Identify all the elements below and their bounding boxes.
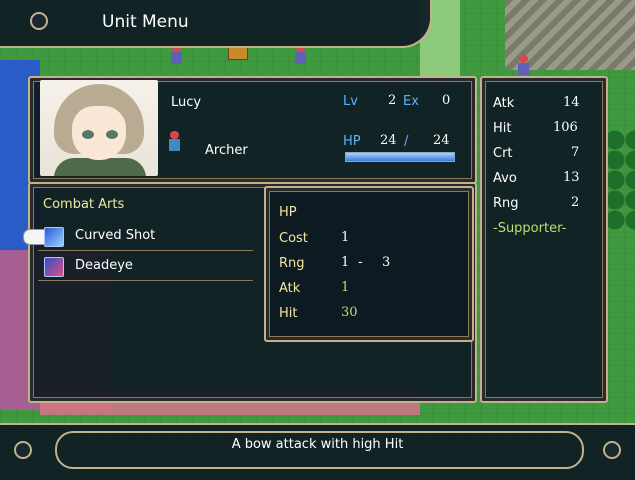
art-atk-label: Atk — [279, 281, 301, 296]
divider — [38, 280, 253, 281]
unit-class: Archer — [205, 143, 248, 158]
combat-arts-header: Combat Arts — [43, 197, 125, 212]
combat-art-label: Deadeye — [75, 258, 133, 273]
ornament-icon — [30, 12, 48, 30]
stat-avo-value: 13 — [563, 170, 580, 185]
stat-hit-label: Hit — [493, 121, 512, 136]
divider — [38, 250, 253, 251]
title-bar: Unit Menu — [0, 0, 432, 48]
combat-art-item[interactable]: Deadeye — [44, 256, 252, 278]
level-value: 2 — [388, 93, 397, 108]
stat-crt-label: Crt — [493, 146, 513, 161]
art-atk-value: 1 — [341, 280, 350, 295]
art-hp-label: HP — [279, 205, 297, 220]
stat-avo-label: Avo — [493, 171, 517, 186]
unit-portrait — [40, 80, 158, 176]
exp-label: Ex — [403, 94, 419, 109]
art-rng-min: 1 — [341, 255, 350, 270]
unit-role: -Supporter- — [493, 221, 567, 236]
bow-skill-icon — [44, 227, 64, 247]
art-cost-value: 1 — [341, 230, 350, 245]
hp-bar — [345, 152, 455, 162]
combat-art-label: Curved Shot — [75, 228, 156, 243]
exp-value: 0 — [442, 93, 451, 108]
stat-atk-value: 14 — [563, 95, 580, 110]
unit-map-sprite — [166, 131, 182, 153]
stat-atk-label: Atk — [493, 96, 515, 111]
art-hit-label: Hit — [279, 306, 298, 321]
hp-current: 24 — [380, 133, 397, 148]
page-title: Unit Menu — [102, 12, 189, 32]
hp-bar-fill — [346, 153, 454, 161]
hp-label: HP — [343, 134, 361, 149]
art-cost-label: Cost — [279, 231, 308, 246]
art-rng-max: 3 — [382, 255, 391, 270]
hp-separator: / — [404, 134, 409, 149]
stat-rng-label: Rng — [493, 196, 519, 211]
art-hit-value: 30 — [341, 305, 358, 320]
combat-art-item[interactable]: Curved Shot — [44, 226, 252, 248]
description-text: A bow attack with high Hit — [231, 437, 404, 452]
hp-max: 24 — [433, 133, 450, 148]
eye-skill-icon — [44, 257, 64, 277]
unit-name: Lucy — [171, 95, 202, 110]
stat-crt-value: 7 — [571, 145, 580, 160]
level-label: Lv — [343, 94, 358, 109]
description-bar: A bow attack with high Hit — [0, 423, 635, 480]
art-rng-label: Rng — [279, 256, 305, 271]
forest-terrain — [605, 130, 635, 230]
art-rng-dash: - — [358, 255, 363, 270]
map-unit-sprite[interactable] — [515, 55, 531, 77]
stat-rng-value: 2 — [571, 195, 580, 210]
stat-hit-value: 106 — [553, 120, 578, 135]
